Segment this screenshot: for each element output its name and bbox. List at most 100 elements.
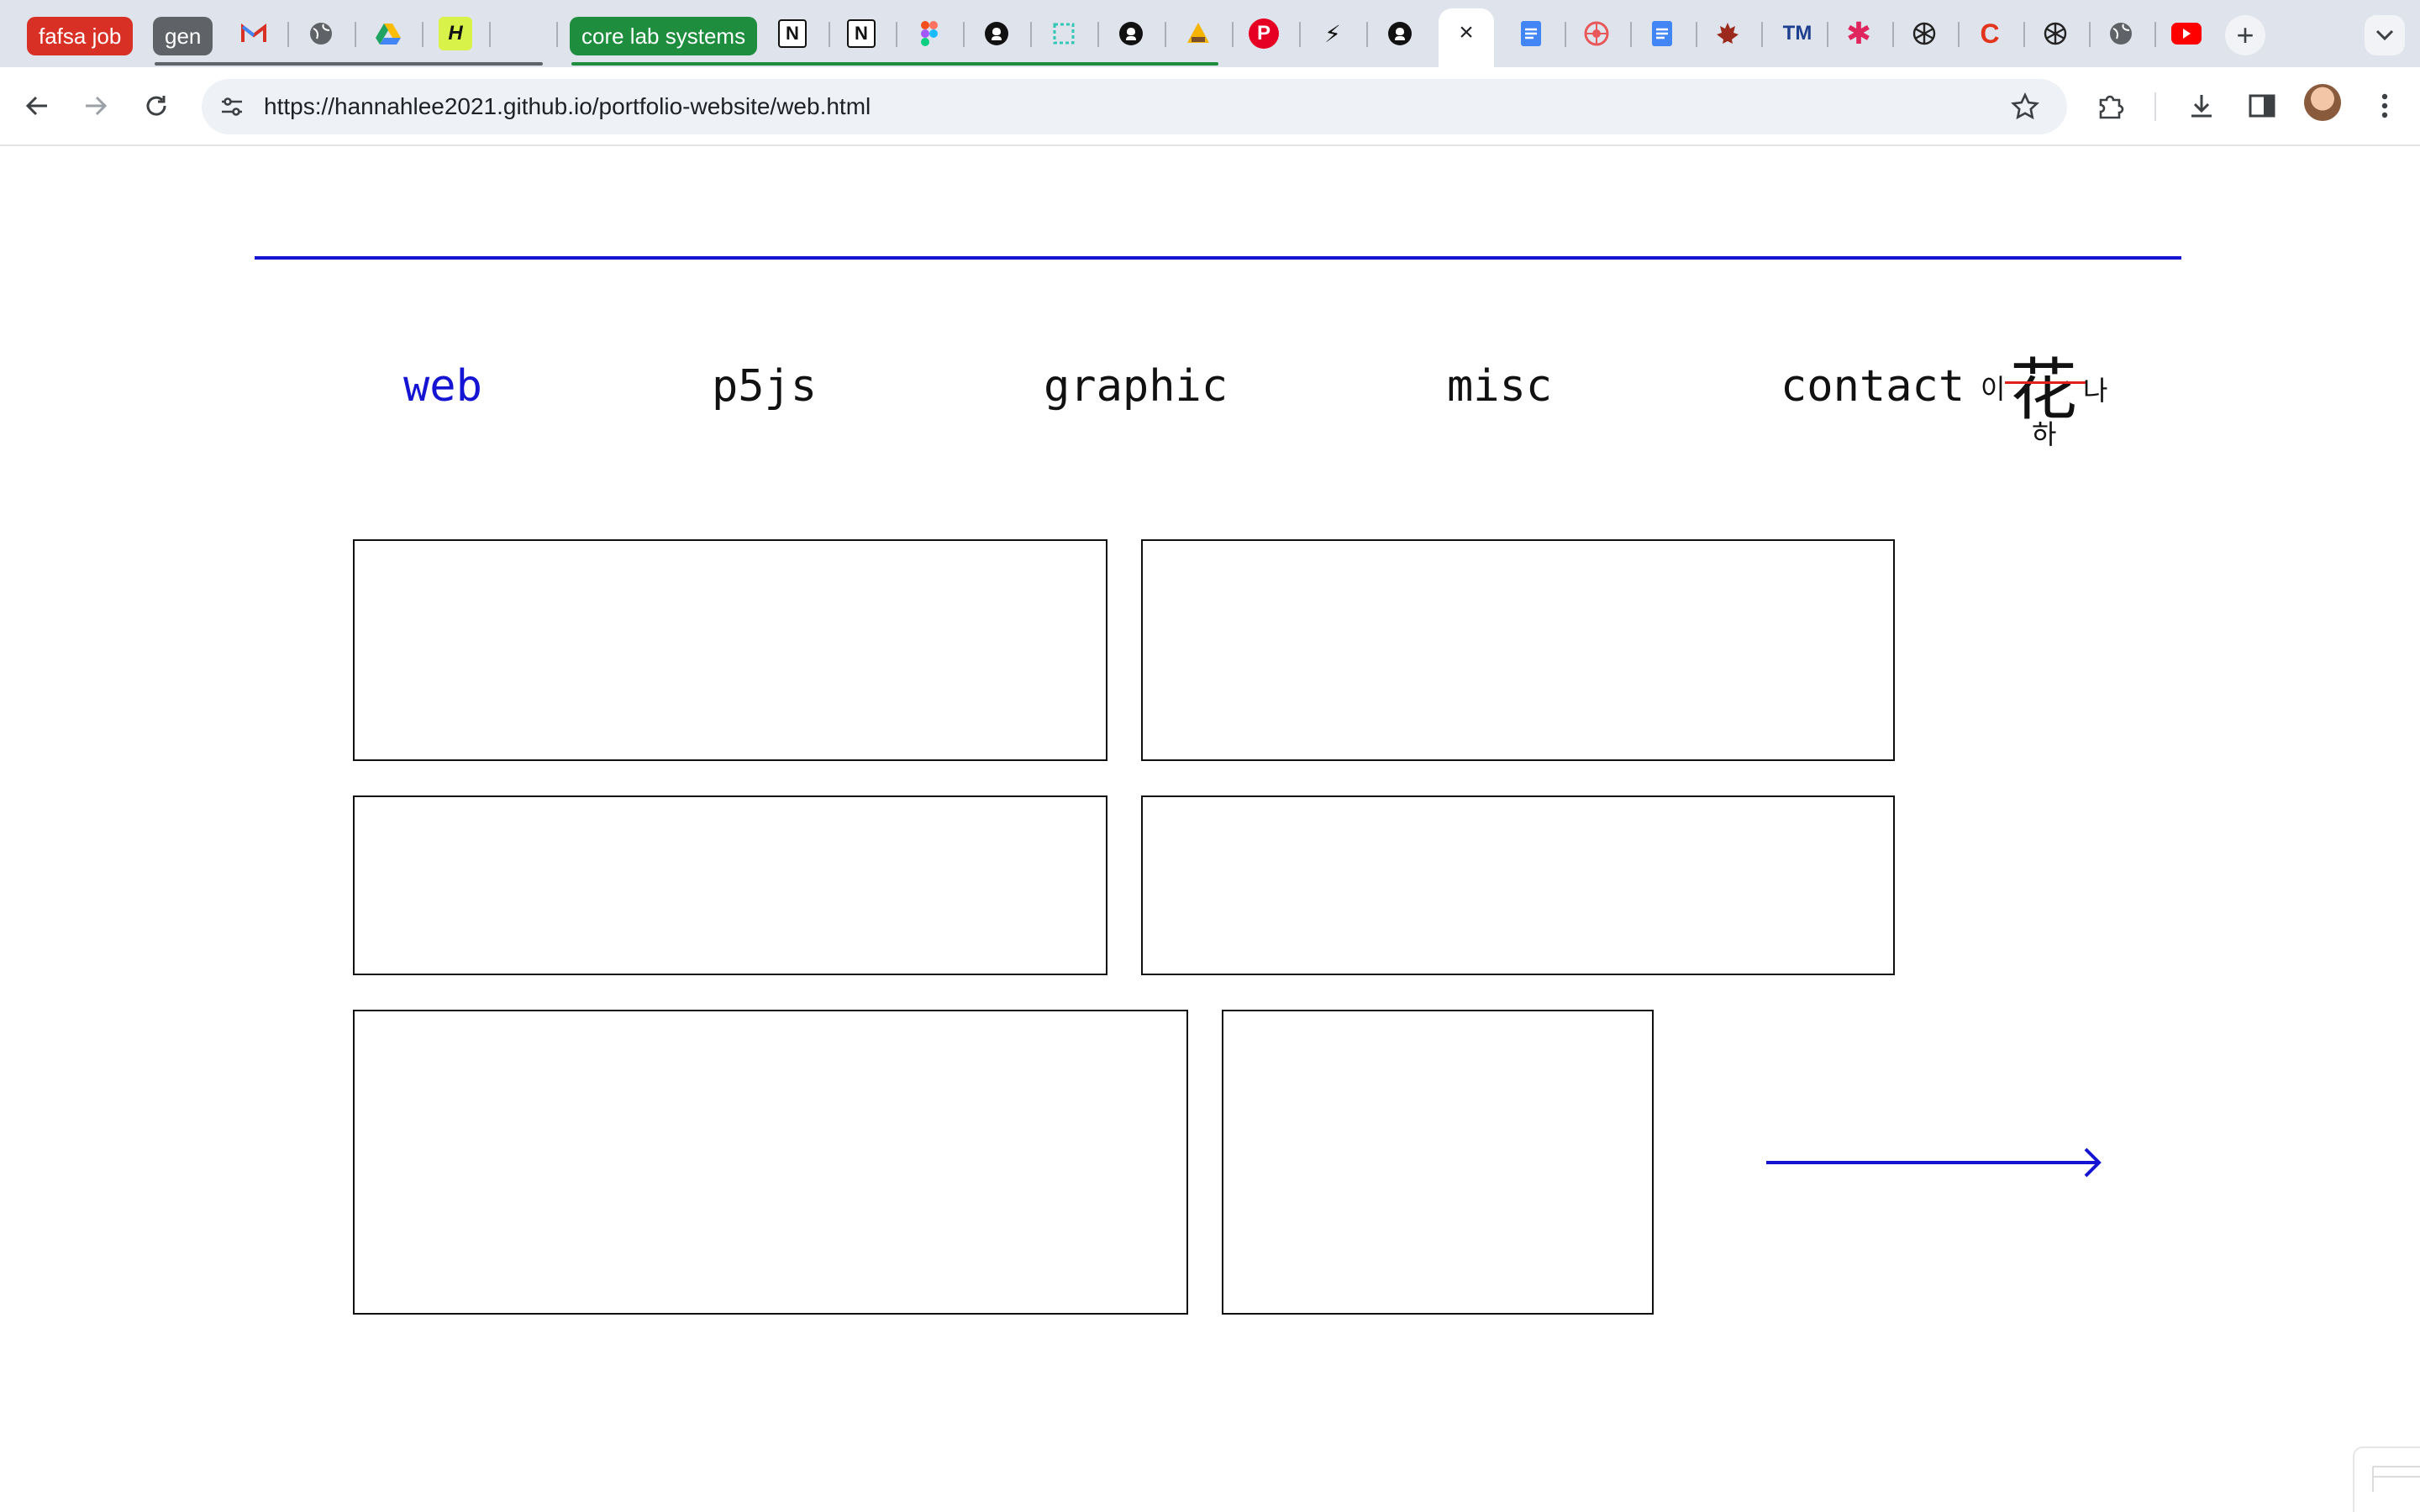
target-icon[interactable] <box>1580 17 1613 50</box>
github-icon[interactable] <box>980 17 1013 50</box>
project-card-1[interactable] <box>353 539 1107 761</box>
tab-separator <box>2089 22 2091 47</box>
tab-separator <box>287 22 289 47</box>
downloads-button[interactable] <box>2181 86 2222 126</box>
corner-widget[interactable] <box>2353 1446 2420 1512</box>
url-text[interactable]: https://hannahlee2021.github.io/portfoli… <box>264 79 871 134</box>
project-card-2[interactable] <box>1141 539 1895 761</box>
new-tab-button[interactable]: + <box>2225 15 2265 55</box>
tab-separator <box>1696 22 1697 47</box>
google-docs-icon[interactable] <box>1645 17 1679 50</box>
extensions-button[interactable] <box>2091 86 2131 126</box>
tab-group-core-lab-systems[interactable]: core lab systems <box>570 17 758 55</box>
youtube-icon[interactable] <box>2170 17 2203 50</box>
tab-separator <box>1630 22 1632 47</box>
tab-group-fafsa-job[interactable]: fafsa job <box>27 17 134 55</box>
reload-button[interactable] <box>136 86 176 126</box>
tab-search-button[interactable] <box>2365 15 2405 55</box>
project-card-6[interactable] <box>1222 1010 1654 1315</box>
arrow-left-icon <box>25 96 47 116</box>
tab-separator <box>1165 22 1166 47</box>
nav-graphic[interactable]: graphic <box>1044 361 1228 412</box>
lightning-icon[interactable]: ⚡ <box>1316 17 1349 50</box>
nav-web[interactable]: web <box>403 361 482 412</box>
tab-separator <box>489 22 491 47</box>
more-vertical-icon <box>2381 93 2388 118</box>
google-docs-icon[interactable] <box>1514 17 1548 50</box>
tab-separator <box>1366 22 1368 47</box>
toolbar-divider <box>2154 92 2156 121</box>
github-icon[interactable] <box>1383 17 1417 50</box>
chevron-down-icon <box>2375 29 2394 41</box>
portfolio-page: web p5js graphic misc contact 이 花 나 하 <box>0 146 2420 1512</box>
nav-p5js[interactable]: p5js <box>712 361 817 412</box>
tab-separator <box>355 22 356 47</box>
active-tab[interactable]: × <box>1439 8 1494 69</box>
google-drive-icon[interactable] <box>371 17 405 50</box>
maple-leaf-icon[interactable] <box>1711 17 1744 50</box>
heyflow-icon[interactable]: H <box>439 17 472 50</box>
tab-separator <box>829 22 830 47</box>
tune-icon <box>222 97 242 116</box>
tab-separator <box>2023 22 2025 47</box>
tab-separator <box>1761 22 1763 47</box>
forward-button[interactable] <box>76 86 116 126</box>
tab-separator <box>963 22 965 47</box>
tab-separator <box>1827 22 1828 47</box>
openai-icon[interactable] <box>1907 17 1941 50</box>
side-panel-button[interactable] <box>2242 86 2282 126</box>
nav-misc[interactable]: misc <box>1447 361 1552 412</box>
download-icon <box>2191 95 2212 118</box>
star-icon <box>2011 92 2039 120</box>
selection-icon[interactable] <box>1047 17 1081 50</box>
canva-icon[interactable]: C <box>1973 17 2007 50</box>
nav-contact[interactable]: contact <box>1781 361 1965 412</box>
reload-icon <box>146 96 166 116</box>
globe-icon[interactable] <box>2104 17 2138 50</box>
logo-strike <box>2005 381 2086 384</box>
next-arrow-icon[interactable] <box>1765 1146 2104 1179</box>
construction-icon[interactable] <box>1181 17 1215 50</box>
back-button[interactable] <box>17 86 57 126</box>
profile-avatar[interactable] <box>2304 84 2341 121</box>
address-bar[interactable]: https://hannahlee2021.github.io/portfoli… <box>202 79 2067 134</box>
logo-bottom-syllable: 하 <box>2032 418 2057 450</box>
browser-toolbar: https://hannahlee2021.github.io/portfoli… <box>0 67 2420 146</box>
logo-left-syllable: 이 <box>1981 373 2006 405</box>
openai-icon[interactable] <box>2039 17 2072 50</box>
pinterest-icon[interactable]: P <box>1249 18 1279 49</box>
tab-separator <box>422 22 424 47</box>
globe-icon[interactable] <box>304 17 338 50</box>
side-panel-icon <box>2249 94 2275 118</box>
browser-menu-button[interactable] <box>2365 86 2405 126</box>
project-card-3[interactable] <box>353 795 1107 975</box>
tab-group-core-lab-underline <box>571 62 1218 66</box>
github-icon[interactable] <box>1114 17 1148 50</box>
panel-icon <box>2372 1466 2420 1492</box>
tab-separator <box>556 22 558 47</box>
tab-separator <box>1097 22 1099 47</box>
asterisk-icon[interactable]: ✱ <box>1842 16 1876 50</box>
tab-separator <box>1892 22 1894 47</box>
tm-icon[interactable]: TM <box>1776 17 1818 50</box>
tab-separator <box>1299 22 1301 47</box>
close-tab-icon[interactable]: × <box>1439 18 1494 47</box>
figma-icon[interactable] <box>913 17 946 50</box>
project-card-5[interactable] <box>353 1010 1188 1315</box>
project-card-4[interactable] <box>1141 795 1895 975</box>
puzzle-icon <box>2099 95 2124 119</box>
notion-icon[interactable]: N <box>847 19 876 48</box>
tab-group-gen[interactable]: gen <box>153 17 213 55</box>
tab-separator <box>1030 22 1032 47</box>
gmail-icon[interactable] <box>237 17 271 50</box>
bookmark-button[interactable] <box>2005 87 2045 127</box>
notion-icon[interactable]: N <box>778 19 807 48</box>
tab-strip: fafsa job gen H core lab systems N N P ⚡ <box>0 0 2420 69</box>
tab-separator <box>1565 22 1566 47</box>
arrow-right-icon <box>86 96 108 116</box>
tab-group-gen-underline <box>155 62 543 66</box>
top-rule <box>255 256 2181 260</box>
tab-separator <box>896 22 897 47</box>
tab-separator <box>1232 22 1234 47</box>
site-info-button[interactable] <box>212 87 252 127</box>
